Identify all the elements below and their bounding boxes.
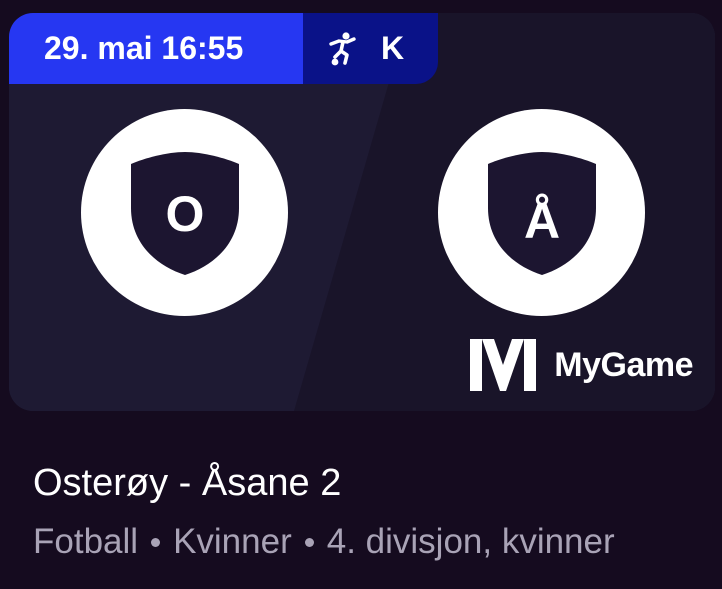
match-meta: Fotball Kvinner 4. divisjon, kvinner [33,522,615,562]
match-card[interactable]: 29. mai 16:55 K O Å MyGame [9,13,715,411]
league-label: 4. divisjon, kvinner [326,522,615,561]
brand-name: MyGame [554,345,693,384]
home-team-logo: O [81,109,288,316]
sport-label: Fotball [33,522,139,561]
away-team-logo: Å [438,109,645,316]
match-datetime: 29. mai 16:55 [9,13,303,84]
separator-dot [151,537,161,547]
football-player-icon [329,31,356,65]
away-team-initial: Å [523,193,559,249]
shield-icon: Å [487,151,596,275]
home-team-initial: O [165,186,204,242]
mygame-brand: MyGame [470,339,693,391]
match-info-badge: 29. mai 16:55 K [9,13,439,84]
match-title[interactable]: Osterøy - Åsane 2 [33,462,341,505]
shield-icon: O [130,151,239,275]
gender-label: Kvinner [173,522,292,561]
mygame-logo [470,339,537,391]
category-badge: K [303,13,439,84]
separator-dot [304,537,314,547]
category-letter: K [381,30,405,66]
